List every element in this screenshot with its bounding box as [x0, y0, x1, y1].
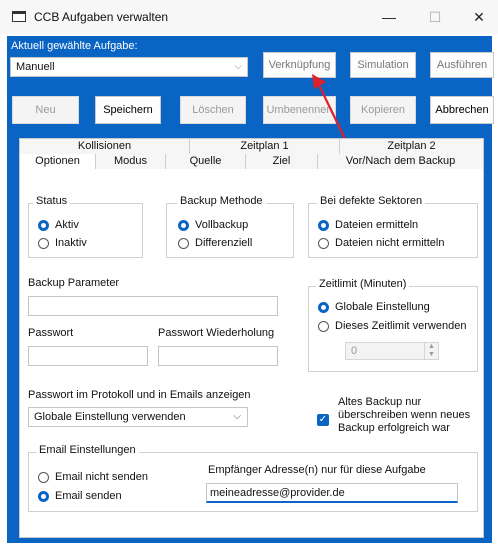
checkmark-icon: ✓ — [318, 414, 328, 425]
tab-row-bottom: Optionen Modus Quelle Ziel Vor/Nach dem … — [20, 154, 483, 169]
params-input[interactable] — [28, 296, 278, 316]
sectors-detect-radio[interactable] — [318, 220, 329, 231]
sectors-nodetect-radio[interactable] — [318, 238, 329, 249]
recipient-input[interactable]: meineadresse@provider.de — [206, 483, 458, 503]
email-send-label: Email senden — [55, 490, 122, 502]
run-button[interactable]: Ausführen — [430, 52, 494, 78]
task-select[interactable]: Manuell ⌵ — [10, 57, 248, 77]
sectors-group-label: Bei defekte Sektoren — [317, 195, 426, 207]
spinner-arrows-icon[interactable]: ▲ ▼ — [424, 343, 438, 359]
method-full-radio[interactable] — [178, 220, 189, 231]
email-send-radio[interactable] — [38, 491, 49, 502]
pw-protocol-select[interactable]: Globale Einstellung verwenden ⌵ — [28, 407, 248, 427]
tab-ziel[interactable]: Ziel — [246, 154, 318, 169]
delete-button[interactable]: Löschen — [180, 96, 246, 124]
pw-protocol-value: Globale Einstellung verwenden — [34, 411, 186, 423]
new-button[interactable]: Neu — [12, 96, 79, 124]
close-button[interactable]: ✕ — [456, 5, 498, 29]
tab-row-top: Kollisionen Zeitplan 1 Zeitplan 2 — [20, 139, 483, 154]
status-active-label: Aktiv — [55, 219, 79, 231]
timelimit-global-label: Globale Einstellung — [335, 301, 430, 313]
method-diff-radio[interactable] — [178, 238, 189, 249]
email-none-radio[interactable] — [38, 472, 49, 483]
overwrite-label: Altes Backup nur überschreiben wenn neue… — [338, 396, 471, 434]
pw-protocol-label: Passwort im Protokoll und in Emails anze… — [28, 389, 251, 401]
minimize-button[interactable]: — — [366, 5, 412, 29]
overwrite-checkbox[interactable]: ✓ — [317, 414, 329, 426]
chevron-down-icon: ⌵ — [233, 411, 241, 422]
status-inactive-label: Inaktiv — [55, 237, 87, 249]
timelimit-custom-radio[interactable] — [318, 321, 329, 332]
params-label: Backup Parameter — [28, 277, 120, 289]
save-button[interactable]: Speichern — [95, 96, 161, 124]
password-label: Passwort — [28, 327, 74, 339]
window-title: CCB Aufgaben verwalten — [34, 10, 169, 24]
recipient-label: Empfänger Adresse(n) nur für diese Aufga… — [208, 464, 426, 476]
title-bar: CCB Aufgaben verwalten — ☐ ✕ — [0, 0, 498, 34]
password-repeat-input[interactable] — [158, 346, 278, 366]
chevron-down-icon: ⌵ — [234, 61, 242, 72]
app-window-icon — [12, 11, 26, 22]
tab-zeitplan-2[interactable]: Zeitplan 2 — [340, 139, 483, 154]
method-group-label: Backup Methode — [177, 195, 266, 207]
cancel-button[interactable]: Abbrechen — [430, 96, 494, 124]
method-diff-label: Differenziell — [195, 237, 253, 249]
sectors-detect-label: Dateien ermitteln — [335, 219, 419, 231]
sectors-nodetect-label: Dateien nicht ermitteln — [335, 237, 445, 249]
email-none-label: Email nicht senden — [55, 471, 148, 483]
tab-kollisionen[interactable]: Kollisionen — [20, 139, 190, 154]
task-label: Aktuell gewählte Aufgabe: — [11, 40, 138, 52]
timelimit-spinner[interactable]: 0 ▲ ▼ — [345, 342, 439, 360]
timelimit-global-radio[interactable] — [318, 302, 329, 313]
status-inactive-radio[interactable] — [38, 238, 49, 249]
tab-modus[interactable]: Modus — [96, 154, 166, 169]
maximize-button[interactable]: ☐ — [412, 5, 458, 29]
tab-optionen[interactable]: Optionen — [20, 154, 96, 169]
status-group-label: Status — [33, 195, 71, 207]
task-select-value: Manuell — [16, 61, 55, 73]
password-repeat-label: Passwort Wiederholung — [158, 327, 275, 339]
method-full-label: Vollbackup — [195, 219, 249, 231]
email-group-label: Email Einstellungen — [36, 444, 139, 456]
timelimit-group-label: Zeitlimit (Minuten) — [316, 278, 410, 290]
timelimit-custom-label: Dieses Zeitlimit verwenden — [335, 320, 467, 332]
timelimit-value: 0 — [351, 345, 358, 357]
tab-vor-nach-backup[interactable]: Vor/Nach dem Backup — [318, 154, 483, 169]
tab-quelle[interactable]: Quelle — [166, 154, 246, 169]
status-active-radio[interactable] — [38, 220, 49, 231]
password-input[interactable] — [28, 346, 148, 366]
tab-zeitplan-1[interactable]: Zeitplan 1 — [190, 139, 340, 154]
